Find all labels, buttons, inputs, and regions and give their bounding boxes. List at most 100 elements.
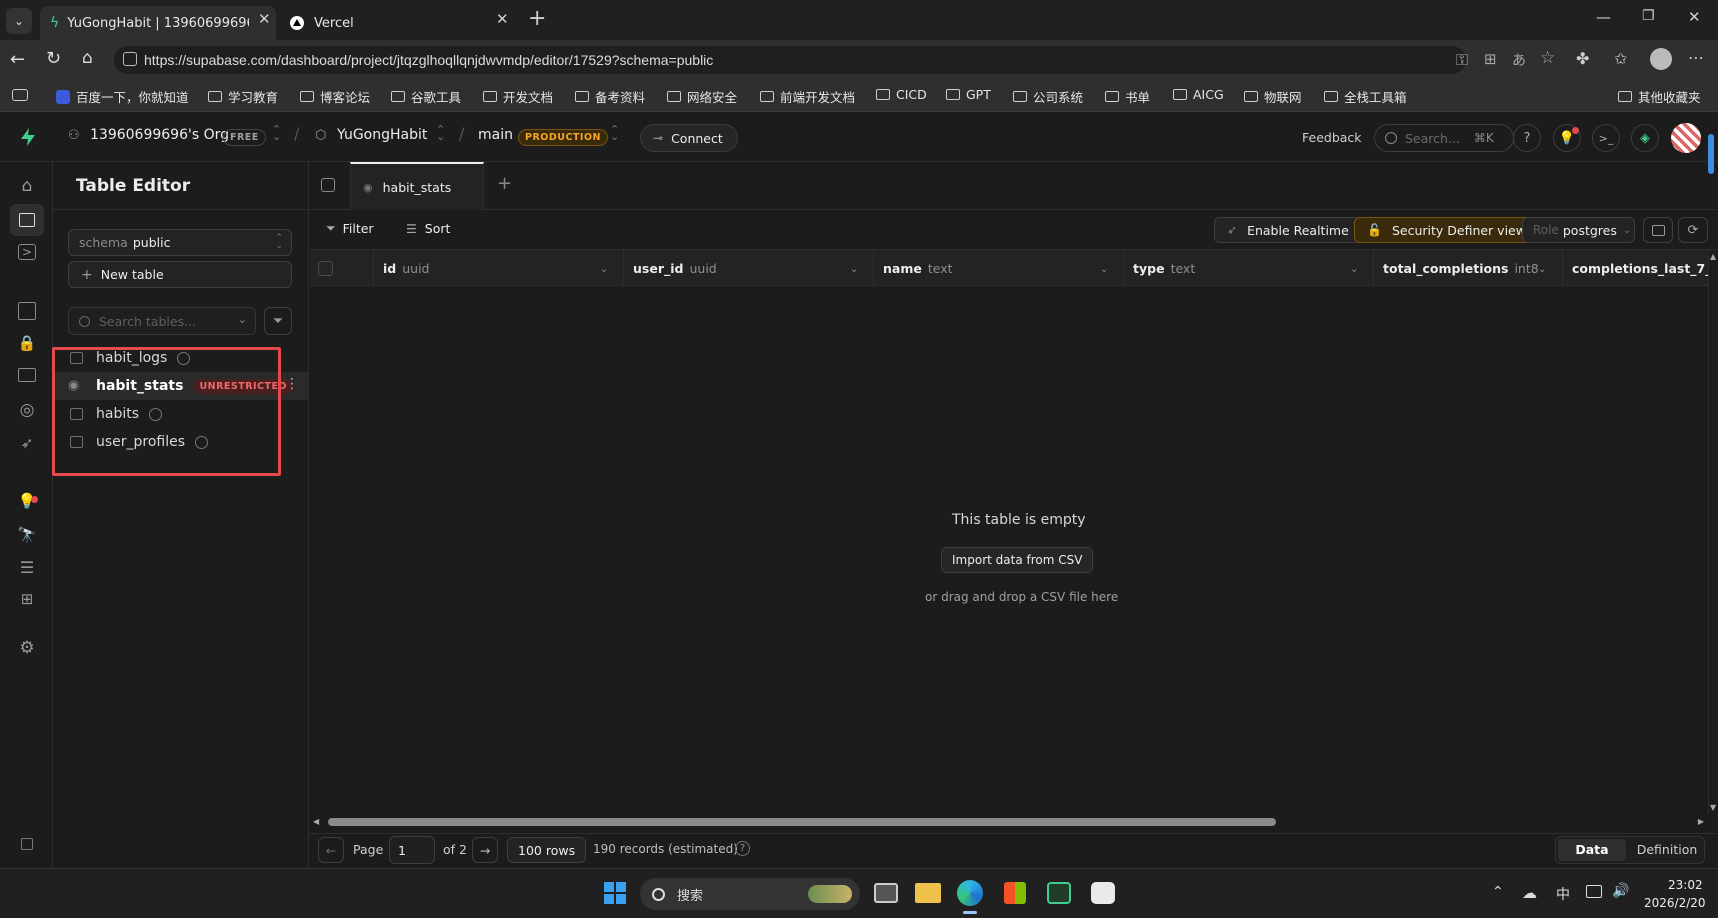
select-all-checkbox[interactable] (318, 260, 333, 276)
sql-editor-icon[interactable]: > (18, 244, 36, 260)
browser-tab-supabase[interactable]: ϟ YuGongHabit | 13960699696's Org (40, 6, 276, 40)
branch-switch-icon[interactable]: ⌃ ⌄ (610, 124, 619, 142)
more-options-icon[interactable]: ⋮ (285, 376, 299, 392)
task-view-icon[interactable] (874, 883, 898, 903)
url-field[interactable]: https://supabase.com/dashboard/project/j… (114, 46, 1466, 74)
chevron-down-icon[interactable]: ⌄ (1538, 264, 1546, 275)
import-csv-button[interactable]: Import data from CSV (941, 547, 1094, 573)
apps-icon[interactable]: ⊞ (1484, 50, 1497, 68)
chevron-down-icon[interactable]: ⌄ (1350, 264, 1358, 275)
column-header-name[interactable]: name text (874, 250, 1124, 286)
data-tab[interactable]: Data (1558, 839, 1626, 861)
minimize-icon[interactable]: — (1596, 8, 1611, 26)
browser-tab-vercel[interactable]: Vercel (280, 6, 510, 40)
refresh-button[interactable]: ⟳ (1678, 217, 1708, 243)
sidebar-toggle-icon[interactable] (12, 89, 28, 101)
bookmark-folder[interactable]: 博客论坛 (300, 87, 370, 106)
reload-icon[interactable]: ↻ (46, 48, 61, 69)
bookmark-folder[interactable]: 全栈工具箱 (1324, 87, 1407, 106)
project-name[interactable]: YuGongHabit (337, 127, 427, 143)
terminal-app-icon[interactable] (1047, 882, 1071, 904)
database-icon[interactable] (18, 302, 36, 320)
role-selector[interactable]: Role postgres ⌄ (1522, 217, 1635, 243)
logs-list-icon[interactable]: ☰ (16, 558, 38, 580)
terminal-icon[interactable]: >_ (1592, 124, 1620, 152)
column-header-type[interactable]: type text (1124, 250, 1374, 286)
profile-avatar-icon[interactable] (1650, 48, 1672, 70)
sort-button[interactable]: ☰ Sort (406, 221, 450, 236)
bookmark-folder[interactable]: 学习教育 (208, 87, 278, 106)
bookmark-baidu[interactable]: 百度一下，你就知道 (56, 87, 189, 106)
table-editor-icon[interactable] (10, 204, 44, 236)
new-table-button[interactable]: + New table (68, 261, 292, 288)
bookmark-folder[interactable]: 书单 (1105, 87, 1150, 106)
column-header-user-id[interactable]: user_id uuid (624, 250, 874, 286)
scroll-right-arrow-icon[interactable]: ▶ (1698, 817, 1704, 826)
toggle-sidebar-icon[interactable] (321, 178, 335, 192)
scroll-down-arrow-icon[interactable]: ▼ (1710, 803, 1716, 812)
bookmark-folder[interactable]: 物联网 (1244, 87, 1302, 106)
translate-icon[interactable]: あ (1512, 50, 1526, 70)
column-header-id[interactable]: id uuid (374, 250, 624, 286)
org-name[interactable]: 13960699696's Org (90, 127, 229, 143)
user-avatar[interactable] (1671, 123, 1701, 153)
bookmark-folder[interactable]: AICG (1173, 87, 1224, 102)
volume-icon[interactable]: 🔊 (1612, 883, 1629, 899)
enable-realtime-button[interactable]: ➶ Enable Realtime (1214, 217, 1361, 243)
favorite-star-icon[interactable]: ☆ (1540, 48, 1555, 68)
storage-icon[interactable] (18, 368, 36, 382)
feedback-button[interactable]: Feedback (1302, 130, 1362, 145)
site-info-icon[interactable] (123, 52, 137, 66)
bookmark-folder[interactable]: CICD (876, 87, 927, 102)
vertical-scrollbar[interactable]: ▲ ▼ (1708, 250, 1718, 814)
info-icon[interactable]: ? (735, 841, 750, 856)
filter-button[interactable]: ⏷ Filter (326, 221, 374, 236)
bookmark-other-folder[interactable]: 其他收藏夹 (1618, 87, 1701, 106)
close-window-icon[interactable]: ✕ (1688, 8, 1701, 26)
close-tab-icon[interactable]: ✕ (496, 10, 509, 28)
chevron-down-icon[interactable]: ⌄ (850, 264, 858, 275)
reports-telescope-icon[interactable]: 🔭 (16, 526, 38, 548)
bookmark-folder[interactable]: 备考资料 (575, 87, 645, 106)
windows-start-icon[interactable] (604, 882, 626, 904)
bookmark-folder[interactable]: 公司系统 (1013, 87, 1083, 106)
definition-tab[interactable]: Definition (1632, 839, 1702, 861)
extensions-icon[interactable]: ✤ (1576, 49, 1589, 68)
rows-per-page-selector[interactable]: 100 rows (507, 837, 587, 863)
bookmark-folder[interactable]: 谷歌工具 (391, 87, 461, 106)
scroll-left-arrow-icon[interactable]: ◀ (313, 817, 319, 826)
security-definer-button[interactable]: 🔓 Security Definer view (1354, 217, 1539, 243)
file-explorer-icon[interactable] (915, 883, 941, 903)
chevron-down-icon[interactable]: ⌄ (1100, 264, 1108, 275)
microsoft-store-icon[interactable] (1004, 882, 1026, 904)
tab-list-icon[interactable]: ⌄ (6, 8, 32, 34)
close-tab-icon[interactable]: ✕ (258, 10, 271, 28)
more-menu-icon[interactable]: ⋯ (1688, 48, 1704, 67)
org-switch-icon[interactable]: ⌃ ⌄ (272, 124, 281, 142)
clock-date[interactable]: 2026/2/20 (1644, 896, 1706, 910)
branch-name[interactable]: main (478, 127, 513, 143)
clock-time[interactable]: 23:02 (1668, 878, 1703, 892)
column-header-total-completions[interactable]: total_completions int8 (1374, 250, 1563, 286)
bookmark-folder[interactable]: 前端开发文档 (760, 87, 855, 106)
tab-habit-stats[interactable]: ◉ habit_stats (350, 162, 484, 210)
scroll-thumb[interactable] (328, 818, 1276, 826)
favorites-icon[interactable]: ✩ (1614, 49, 1627, 68)
edge-browser-icon[interactable] (957, 880, 983, 906)
integrations-icon[interactable]: ⊞ (16, 590, 38, 612)
pinned-app-icon[interactable] (1091, 882, 1115, 904)
network-icon[interactable] (1586, 885, 1602, 898)
show-hidden-icons-chevron-icon[interactable]: ⌃ (1492, 884, 1504, 900)
home-icon[interactable]: ⌂ (16, 176, 38, 198)
new-tab-icon[interactable]: + (528, 6, 546, 31)
scroll-up-arrow-icon[interactable]: ▲ (1710, 252, 1716, 261)
bookmark-folder[interactable]: 开发文档 (483, 87, 553, 106)
previous-page-button[interactable]: ← (318, 837, 344, 863)
edge-functions-icon[interactable]: ◎ (16, 400, 38, 422)
chevron-down-icon[interactable]: ⌄ (600, 264, 608, 275)
project-switch-icon[interactable]: ⌃ ⌄ (436, 124, 445, 142)
auth-lock-icon[interactable]: 🔒 (16, 334, 38, 356)
ime-indicator[interactable]: 中 (1556, 884, 1570, 904)
help-icon[interactable]: ? (1513, 124, 1541, 152)
search-button[interactable]: Search... ⌘K (1374, 124, 1514, 152)
